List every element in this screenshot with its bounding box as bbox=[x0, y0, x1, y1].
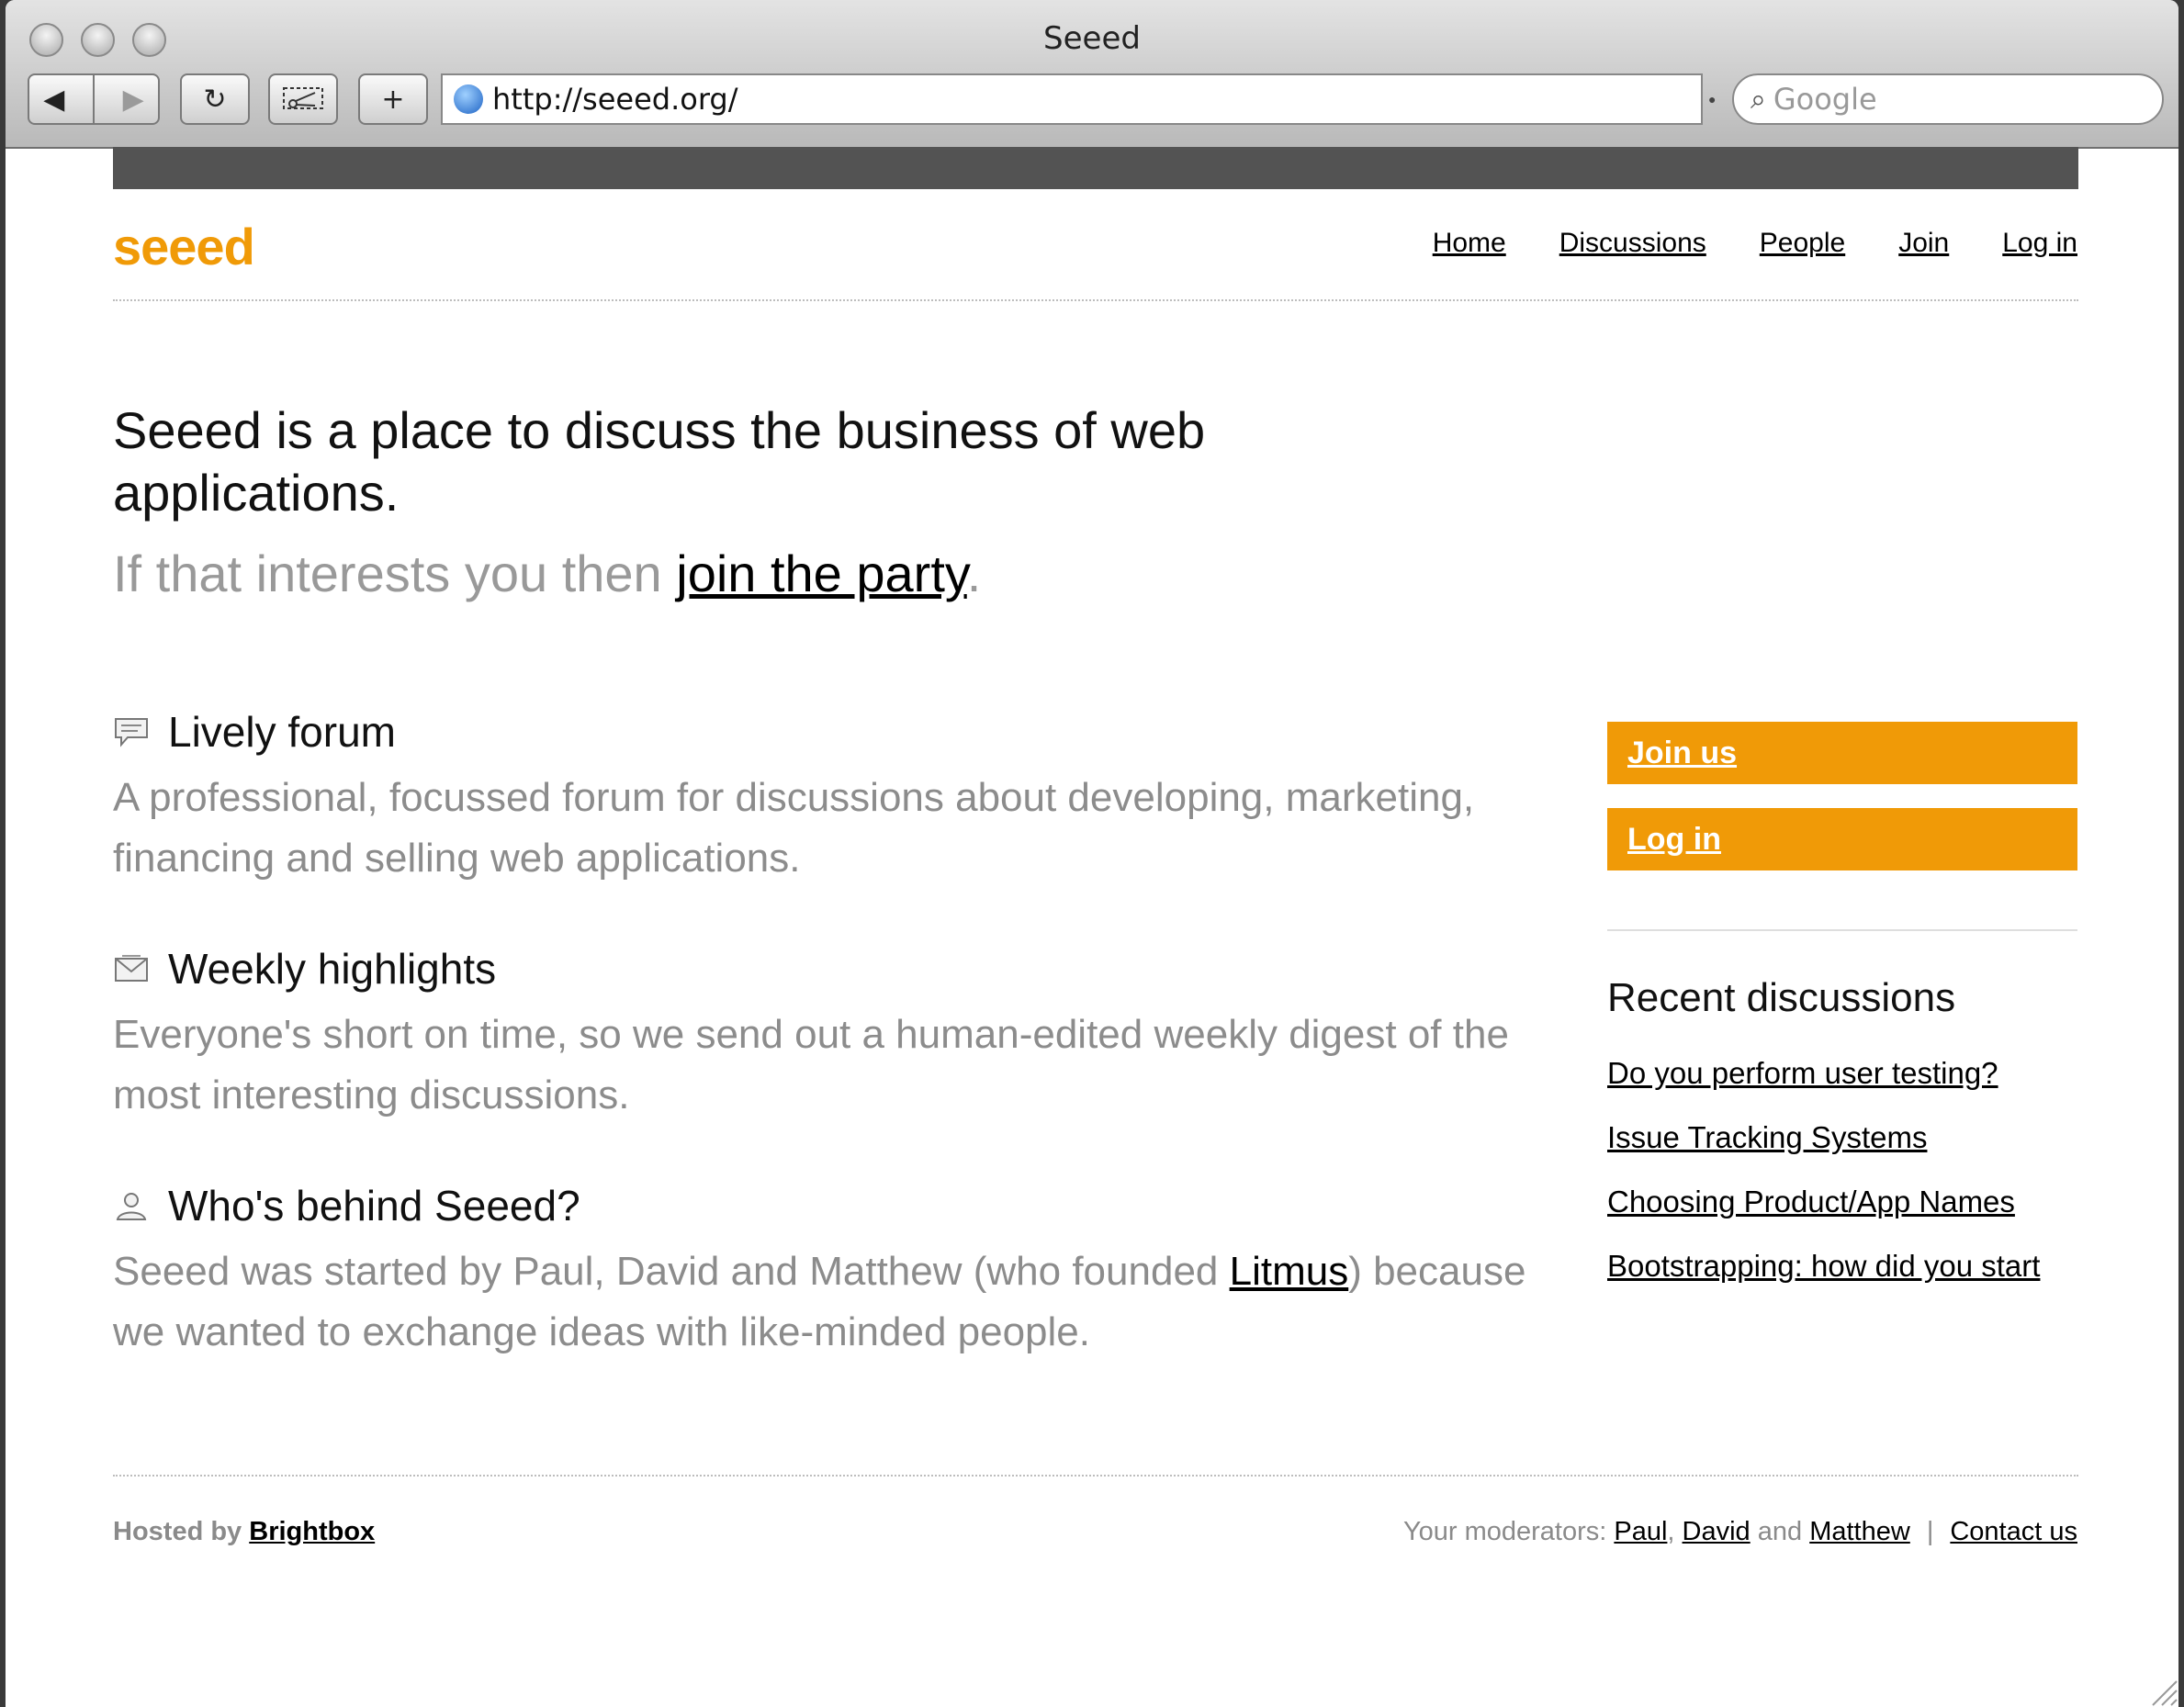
recent-discussions-title: Recent discussions bbox=[1607, 975, 1956, 1020]
recent-discussion-link[interactable]: Choosing Product/App Names bbox=[1607, 1185, 2015, 1218]
footer-separator: | bbox=[1926, 1517, 1934, 1546]
feature-title: Weekly highlights bbox=[168, 945, 497, 993]
nav-login[interactable]: Log in bbox=[2002, 228, 2077, 259]
feature-title: Who's behind Seeed? bbox=[168, 1182, 580, 1230]
contact-us-link[interactable]: Contact us bbox=[1950, 1517, 2077, 1546]
sidebar-divider bbox=[1607, 929, 2077, 931]
scissors-icon bbox=[283, 87, 323, 109]
search-placeholder: Google bbox=[1773, 82, 1877, 117]
hosted-by: Hosted by Brightbox bbox=[113, 1517, 375, 1547]
recent-discussion-link[interactable]: Do you perform user testing? bbox=[1607, 1056, 1998, 1090]
address-bar[interactable]: http://seeed.org/ bbox=[441, 73, 1703, 125]
resize-grip-icon[interactable] bbox=[2145, 1674, 2178, 1707]
search-icon: ⌕ bbox=[1751, 83, 1766, 116]
feature-text: A professional, focussed forum for discu… bbox=[113, 775, 1475, 881]
login-button[interactable]: Log in bbox=[1607, 808, 2077, 870]
moderator-paul-link[interactable]: Paul bbox=[1614, 1517, 1667, 1546]
back-forward-control: ◀ ▶ bbox=[28, 73, 160, 125]
feature-whos-behind: Who's behind Seeed? Seeed was started by… bbox=[113, 1181, 1546, 1363]
snapback-indicator: ● bbox=[1708, 92, 1717, 107]
reload-icon: ↻ bbox=[203, 83, 227, 116]
hosted-prefix: Hosted by bbox=[113, 1517, 250, 1546]
moderators-comma: , bbox=[1667, 1517, 1683, 1546]
envelope-icon bbox=[113, 953, 150, 984]
nav-discussions[interactable]: Discussions bbox=[1559, 228, 1706, 259]
feature-lively-forum: Lively forum A professional, focussed fo… bbox=[113, 707, 1546, 889]
browser-chrome: Seeed ◀ ▶ ↻ + http://seeed.org/ ● ⌕ Goog… bbox=[6, 0, 2178, 149]
join-us-label[interactable]: Join us bbox=[1627, 736, 1737, 771]
moderator-david-link[interactable]: David bbox=[1683, 1517, 1751, 1546]
site-top-band bbox=[113, 147, 2078, 189]
feature-weekly-highlights: Weekly highlights Everyone's short on ti… bbox=[113, 944, 1546, 1126]
plus-icon: + bbox=[381, 83, 405, 116]
moderators-and: and bbox=[1750, 1517, 1810, 1546]
list-item: Do you perform user testing? bbox=[1607, 1056, 2040, 1120]
recent-discussion-link[interactable]: Bootstrapping: how did you start bbox=[1607, 1249, 2040, 1283]
nav-home[interactable]: Home bbox=[1433, 228, 1506, 259]
login-label[interactable]: Log in bbox=[1627, 822, 1721, 858]
recent-discussions-list: Do you perform user testing? Issue Track… bbox=[1607, 1056, 2040, 1313]
search-field[interactable]: ⌕ Google bbox=[1732, 73, 2164, 125]
footer-links: Your moderators: Paul, David and Matthew… bbox=[1403, 1517, 2077, 1547]
feature-text: Seeed was started by Paul, David and Mat… bbox=[113, 1241, 1546, 1363]
footer-divider bbox=[113, 1475, 2078, 1477]
window-title: Seeed bbox=[1043, 20, 1141, 57]
speech-bubble-icon bbox=[113, 716, 150, 747]
feature-title: Lively forum bbox=[168, 708, 396, 756]
browser-window: Seeed ◀ ▶ ↻ + http://seeed.org/ ● ⌕ Goog… bbox=[6, 0, 2178, 1707]
new-tab-button[interactable]: + bbox=[358, 73, 428, 125]
reload-button[interactable]: ↻ bbox=[180, 73, 250, 125]
brightbox-link[interactable]: Brightbox bbox=[249, 1517, 375, 1546]
litmus-link[interactable]: Litmus bbox=[1230, 1249, 1349, 1294]
list-item: Bootstrapping: how did you start bbox=[1607, 1249, 2040, 1313]
globe-icon bbox=[454, 84, 483, 114]
nav-join[interactable]: Join bbox=[1898, 228, 1949, 259]
list-item: Issue Tracking Systems bbox=[1607, 1120, 2040, 1185]
back-button[interactable]: ◀ bbox=[43, 84, 64, 116]
forward-button[interactable]: ▶ bbox=[123, 84, 144, 116]
hero-sub-prefix: If that interests you then bbox=[113, 545, 677, 602]
moderators-prefix: Your moderators: bbox=[1402, 1517, 1615, 1546]
feature-text: Everyone's short on time, so we send out… bbox=[113, 1012, 1509, 1117]
nav-people[interactable]: People bbox=[1760, 228, 1845, 259]
divider bbox=[92, 75, 95, 123]
hero-headline: Seeed is a place to discuss the business… bbox=[113, 401, 1206, 522]
hero-sub-suffix: . bbox=[966, 545, 982, 602]
person-icon bbox=[113, 1190, 150, 1221]
main-nav: Home Discussions People Join Log in bbox=[1433, 228, 2077, 259]
list-item: Choosing Product/App Names bbox=[1607, 1185, 2040, 1249]
hero-subline: If that interests you then join the part… bbox=[113, 544, 981, 603]
site-logo[interactable]: seeed bbox=[113, 217, 255, 276]
feature-text-prefix: Seeed was started by Paul, David and Mat… bbox=[113, 1249, 1230, 1294]
recent-discussion-link[interactable]: Issue Tracking Systems bbox=[1607, 1120, 1927, 1154]
moderator-matthew-link[interactable]: Matthew bbox=[1809, 1517, 1910, 1546]
webclip-button[interactable] bbox=[268, 73, 338, 125]
header-divider bbox=[113, 299, 2078, 301]
join-the-party-link[interactable]: join the party bbox=[676, 545, 966, 602]
join-us-button[interactable]: Join us bbox=[1607, 722, 2077, 784]
address-url: http://seeed.org/ bbox=[492, 82, 738, 117]
